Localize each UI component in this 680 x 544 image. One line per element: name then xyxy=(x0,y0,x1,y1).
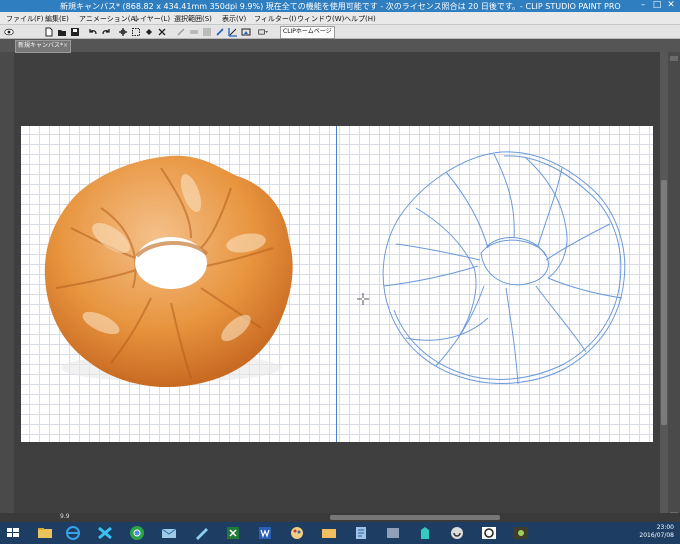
panel-grip[interactable] xyxy=(670,56,678,61)
tab-new-canvas[interactable]: 新規キャンバス* × xyxy=(15,40,71,53)
app-icon[interactable] xyxy=(94,524,116,542)
grid-icon[interactable] xyxy=(228,27,238,37)
clip-studio-icon[interactable] xyxy=(4,27,18,37)
maximize-icon[interactable]: □ xyxy=(650,0,664,12)
note-icon[interactable] xyxy=(190,524,212,542)
right-panel-strip xyxy=(668,52,680,517)
explorer-icon[interactable] xyxy=(34,524,56,542)
miku-icon[interactable] xyxy=(414,524,436,542)
snap-icon[interactable] xyxy=(176,27,186,37)
view-icon[interactable] xyxy=(241,27,251,37)
minimize-icon[interactable]: – xyxy=(636,0,650,12)
status-bar: 9.9 xyxy=(0,513,680,522)
menu-view[interactable]: 表示(V) xyxy=(222,14,246,24)
menu-layer[interactable]: レイヤー(L) xyxy=(133,14,170,24)
window-title: 新規キャンバス* (868.82 x 434.41mm 350dpi 9.9%)… xyxy=(60,2,621,11)
horizontal-scrollbar[interactable] xyxy=(330,515,500,520)
excel-icon[interactable] xyxy=(222,524,244,542)
ie-icon[interactable] xyxy=(62,524,84,542)
close-icon[interactable]: ✕ xyxy=(664,0,678,12)
menu-edit[interactable]: 編集(E) xyxy=(45,14,69,24)
mail-icon[interactable] xyxy=(158,524,180,542)
select-icon[interactable] xyxy=(131,27,141,37)
donut-sketch xyxy=(382,151,626,385)
taskbar: 23:00 2016/07/08 xyxy=(0,522,680,544)
perspective-icon[interactable] xyxy=(202,27,212,37)
left-panel-strip xyxy=(0,52,14,517)
window-layout-icon[interactable] xyxy=(258,27,272,37)
folder-icon[interactable] xyxy=(318,524,340,542)
chrome-icon[interactable] xyxy=(126,524,148,542)
vertical-scroll-thumb[interactable] xyxy=(661,180,667,425)
pen-icon[interactable] xyxy=(215,27,225,37)
delete-icon[interactable] xyxy=(157,27,167,37)
menu-window[interactable]: ウィンドウ(W) xyxy=(297,14,344,24)
clock-time: 23:00 xyxy=(656,524,674,531)
game-icon[interactable] xyxy=(510,524,532,542)
clock-date: 2016/07/08 xyxy=(639,532,674,539)
menu-bar: ファイル(F) 編集(E) アニメーション(A) レイヤー(L) 選択範囲(S)… xyxy=(0,12,680,25)
clip-homepage-button[interactable]: CLIPホームページ xyxy=(280,26,335,39)
menu-help[interactable]: ヘルプ(H) xyxy=(344,14,376,24)
command-bar: CLIPホームページ xyxy=(0,25,680,39)
fill-icon[interactable] xyxy=(144,27,154,37)
guide-line[interactable] xyxy=(336,126,337,442)
menu-filter[interactable]: フィルター(I) xyxy=(254,14,296,24)
redo-icon[interactable] xyxy=(101,27,111,37)
paint-icon[interactable] xyxy=(286,524,308,542)
clip-icon[interactable] xyxy=(382,524,404,542)
drawing-canvas[interactable] xyxy=(21,126,653,442)
save-icon[interactable] xyxy=(70,27,80,37)
zoom-level[interactable]: 9.9 xyxy=(60,513,70,520)
tool-icon[interactable] xyxy=(350,524,372,542)
app2-icon[interactable] xyxy=(446,524,468,542)
ruler-icon[interactable] xyxy=(189,27,199,37)
document-tab-bar: 新規キャンバス* × xyxy=(0,39,680,53)
tab-close-icon[interactable]: × xyxy=(63,41,68,51)
crosshair-cursor-icon xyxy=(357,293,369,305)
start-icon[interactable] xyxy=(2,524,24,542)
system-clock[interactable]: 23:00 2016/07/08 xyxy=(639,524,674,540)
donut-photo xyxy=(44,155,293,388)
title-bar: 新規キャンバス* (868.82 x 434.41mm 350dpi 9.9%)… xyxy=(0,0,680,12)
new-icon[interactable] xyxy=(44,27,54,37)
menu-file[interactable]: ファイル(F) xyxy=(6,14,44,24)
cat-icon[interactable] xyxy=(478,524,500,542)
open-icon[interactable] xyxy=(57,27,67,37)
undo-icon[interactable] xyxy=(88,27,98,37)
word-icon[interactable] xyxy=(254,524,276,542)
tab-label: 新規キャンバス* xyxy=(18,42,64,49)
menu-animation[interactable]: アニメーション(A) xyxy=(79,14,138,24)
transform-icon[interactable] xyxy=(118,27,128,37)
menu-selection[interactable]: 選択範囲(S) xyxy=(174,14,212,24)
